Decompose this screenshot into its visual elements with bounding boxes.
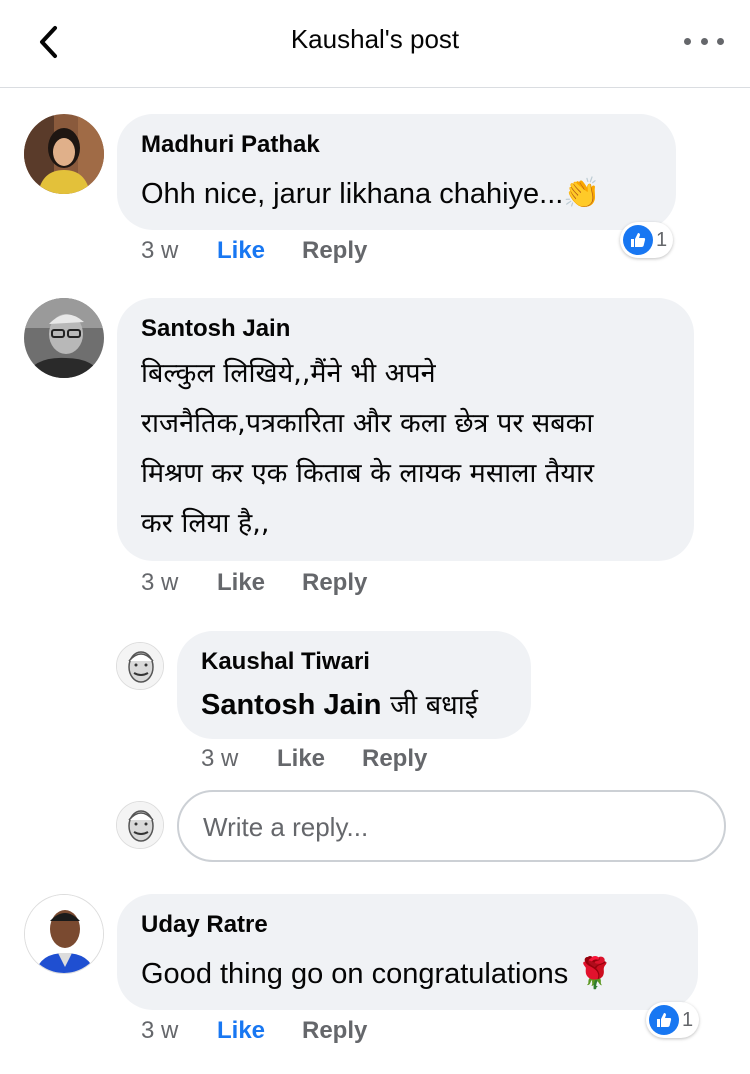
comment-author[interactable]: Santosh Jain xyxy=(141,315,290,343)
comment-text-line: मिश्रण कर एक किताब के लायक मसाला तैयार xyxy=(141,458,595,489)
comment-text-line: राजनैतिक,पत्रकारिता और कला छेत्र पर सबका xyxy=(141,408,594,439)
more-options-button[interactable] xyxy=(684,26,724,56)
comment-time: 3 w xyxy=(141,1017,179,1044)
comment-author[interactable]: Uday Ratre xyxy=(141,911,268,939)
reaction-badge[interactable]: 1 xyxy=(620,222,674,258)
reaction-count: 1 xyxy=(656,228,668,251)
current-user-avatar xyxy=(116,801,164,849)
comment-time: 3 w xyxy=(141,569,179,596)
thumbs-up-icon xyxy=(649,1005,679,1035)
comment-time: 3 w xyxy=(141,237,179,264)
reaction-count: 1 xyxy=(682,1008,694,1031)
avatar[interactable] xyxy=(116,642,164,690)
comment-bubble[interactable]: Santosh Jain बिल्कुल लिखिये,,मैंने भी अप… xyxy=(117,298,694,561)
dot-icon xyxy=(684,37,691,45)
dot-icon xyxy=(700,37,708,45)
reply-bubble[interactable]: Kaushal Tiwari Santosh Jain जी बधाई xyxy=(177,631,531,739)
page-title: Kaushal's post xyxy=(290,24,460,54)
reaction-badge[interactable]: 1 xyxy=(646,1002,700,1038)
rose-icon: 🌹 xyxy=(576,957,614,990)
comment-bubble[interactable]: Uday Ratre Good thing go on congratulati… xyxy=(117,894,698,1010)
comment-bubble[interactable]: Madhuri Pathak Ohh nice, jarur likhana c… xyxy=(117,114,676,230)
reply-text: Santosh Jain जी बधाई xyxy=(201,689,478,721)
top-bar: Kaushal's post xyxy=(0,0,750,88)
like-button[interactable]: Like xyxy=(277,745,325,773)
avatar[interactable] xyxy=(24,298,104,378)
reply-input[interactable]: Write a reply... xyxy=(177,790,726,862)
avatar[interactable] xyxy=(24,114,104,194)
reply-input-placeholder: Write a reply... xyxy=(203,812,369,842)
mention-link[interactable]: Santosh Jain xyxy=(201,689,382,721)
comment-text-line: बिल्कुल लिखिये,,मैंने भी अपने xyxy=(141,358,436,389)
avatar[interactable] xyxy=(24,894,104,974)
like-button[interactable]: Like xyxy=(217,569,265,597)
reply-button[interactable]: Reply xyxy=(302,237,367,265)
like-button[interactable]: Like xyxy=(217,1017,265,1045)
comment-text-line: कर लिया है,, xyxy=(141,508,270,539)
reply-time: 3 w xyxy=(201,745,239,772)
reply-button[interactable]: Reply xyxy=(302,569,367,597)
clapping-hands-icon: 👏 xyxy=(563,177,601,210)
reply-author[interactable]: Kaushal Tiwari xyxy=(201,648,370,676)
reply-button[interactable]: Reply xyxy=(362,745,427,773)
dot-icon xyxy=(717,37,724,45)
like-button[interactable]: Like xyxy=(217,237,265,265)
thumbs-up-icon xyxy=(623,225,653,255)
comment-text: Good thing go on congratulations 🌹 xyxy=(141,957,614,990)
reply-button[interactable]: Reply xyxy=(302,1017,367,1045)
comment-text: Ohh nice, jarur likhana chahiye...👏 xyxy=(141,177,601,210)
comment-author[interactable]: Madhuri Pathak xyxy=(141,131,320,159)
